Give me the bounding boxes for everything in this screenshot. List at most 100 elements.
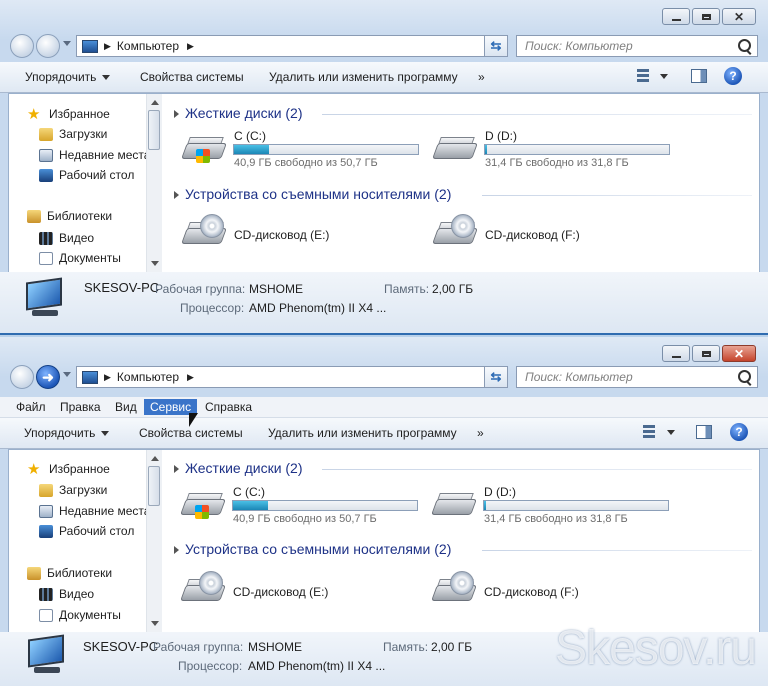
more-commands-button[interactable]: » [477,426,484,440]
search-input[interactable]: Поиск: Компьютер [516,366,758,388]
preview-pane-icon[interactable] [691,69,707,83]
nav-documents[interactable]: Документы [39,606,121,624]
drive-c[interactable]: C (C:) 40,9 ГБ свободно из 50,7 ГБ [181,129,422,169]
minimize-button[interactable] [662,345,690,362]
nav-downloads[interactable]: Загрузки [39,481,107,499]
help-icon[interactable]: ? [724,67,742,85]
nav-video[interactable]: Видео [39,229,94,247]
breadcrumb-chevron-icon[interactable]: ▶ [104,41,111,52]
nav-favorites[interactable]: ★ Избранное [27,105,110,123]
refresh-icon: ⇆ [490,369,502,384]
view-dropdown-icon[interactable] [660,74,668,79]
nav-scrollbar[interactable] [146,94,162,272]
cd-drive-icon [432,214,478,246]
minimize-icon [671,355,681,358]
system-properties-button[interactable]: Свойства системы [140,70,244,84]
nav-label: Рабочий стол [59,168,135,182]
nav-video[interactable]: Видео [39,585,94,603]
cd-drive-e[interactable]: CD-дисковод (E:) [180,571,421,611]
menu-edit[interactable]: Правка [54,399,107,415]
drive-c[interactable]: C (C:) 40,9 ГБ свободно из 50,7 ГБ [180,485,421,525]
drive-d[interactable]: D (D:) 31,4 ГБ свободно из 31,8 ГБ [432,129,673,169]
uninstall-program-button[interactable]: Удалить или изменить программу [268,426,457,440]
cd-drive-f[interactable]: CD-дисковод (F:) [431,571,672,611]
group-divider [482,195,752,196]
search-icon[interactable] [738,39,751,52]
view-dropdown-icon[interactable] [667,430,675,435]
group-removable[interactable]: Устройства со съемными носителями (2) [174,186,451,202]
maximize-button[interactable] [692,345,720,362]
cd-drive-f[interactable]: CD-дисковод (F:) [432,214,673,254]
forward-button[interactable] [36,34,60,58]
recent-pages-dropdown[interactable] [63,372,71,377]
nav-recent-places[interactable]: Недавние места [39,502,150,520]
address-bar[interactable]: ▶ Компьютер ▶ [76,35,502,57]
breadcrumb-chevron-icon[interactable]: ▶ [104,372,111,383]
uninstall-program-button[interactable]: Удалить или изменить программу [269,70,458,84]
scroll-thumb[interactable] [148,466,160,506]
recent-pages-dropdown[interactable] [63,41,71,46]
drive-name: D (D:) [485,129,517,143]
close-button[interactable]: ✕ [722,345,756,362]
recent-places-icon [39,504,53,518]
scroll-down-icon[interactable] [151,621,159,626]
scroll-down-icon[interactable] [151,261,159,266]
nav-libraries[interactable]: Библиотеки [27,207,112,225]
group-hard-drives[interactable]: Жесткие диски (2) [174,460,303,476]
scroll-up-icon[interactable] [151,456,159,461]
nav-desktop[interactable]: Рабочий стол [39,522,134,540]
cd-drive-e[interactable]: CD-дисковод (E:) [181,214,422,254]
nav-scrollbar[interactable] [146,450,162,632]
close-button[interactable]: ✕ [722,8,756,25]
breadcrumb-computer[interactable]: Компьютер [117,39,179,53]
scroll-thumb[interactable] [148,110,160,150]
view-options-icon[interactable] [643,425,655,439]
group-removable[interactable]: Устройства со съемными носителями (2) [174,541,451,557]
minimize-button[interactable] [662,8,690,25]
menu-view[interactable]: Вид [109,399,143,415]
memory-value: 2,00 ГБ [432,282,474,296]
organize-button[interactable]: Упорядочить [24,426,110,440]
breadcrumb-computer[interactable]: Компьютер [117,370,179,384]
usage-bar [233,144,419,155]
nav-libraries[interactable]: Библиотеки [27,564,112,582]
nav-downloads[interactable]: Загрузки [39,125,107,143]
nav-favorites[interactable]: ★ Избранное [27,460,110,478]
nav-documents[interactable]: Документы [39,249,121,267]
refresh-button[interactable]: ⇆ [484,35,508,57]
preview-pane-icon[interactable] [696,425,712,439]
scroll-up-icon[interactable] [151,100,159,105]
back-button[interactable] [10,34,34,58]
workgroup-label: Рабочая группа: [153,640,244,654]
search-input[interactable]: Поиск: Компьютер [516,35,758,57]
more-commands-button[interactable]: » [478,70,485,84]
free-space: 40,9 ГБ свободно из 50,7 ГБ [234,157,378,169]
organize-button[interactable]: Упорядочить [25,70,111,84]
chevron-down-icon [174,191,179,200]
breadcrumb-chevron-icon[interactable]: ▶ [187,41,194,52]
group-hard-drives[interactable]: Жесткие диски (2) [174,105,303,121]
menu-bar: Файл Правка Вид Сервис Справка [0,397,768,418]
pc-name: SKESOV-PC [83,639,159,654]
nav-recent-places[interactable]: Недавние места [39,146,150,164]
search-icon[interactable] [738,370,751,383]
nav-label: Библиотеки [47,566,113,580]
help-icon[interactable]: ? [730,423,748,441]
maximize-button[interactable] [692,8,720,25]
usage-bar [232,500,418,511]
usage-bar [483,500,669,511]
address-bar[interactable]: ▶ Компьютер ▶ [76,366,502,388]
drive-d[interactable]: D (D:) 31,4 ГБ свободно из 31,8 ГБ [431,485,672,525]
breadcrumb-chevron-icon[interactable]: ▶ [187,372,194,383]
view-options-icon[interactable] [637,69,649,83]
refresh-button[interactable]: ⇆ [484,366,508,388]
forward-button[interactable]: ➜ [36,365,60,389]
computer-icon [82,370,98,384]
menu-help[interactable]: Справка [199,399,258,415]
desktop-icon [39,524,53,538]
menu-file[interactable]: Файл [10,399,52,415]
nav-desktop[interactable]: Рабочий стол [39,166,134,184]
back-button[interactable] [10,365,34,389]
explorer-body: ★ Избранное Загрузки Недавние места Рабоч… [8,449,760,633]
refresh-icon: ⇆ [490,38,502,53]
